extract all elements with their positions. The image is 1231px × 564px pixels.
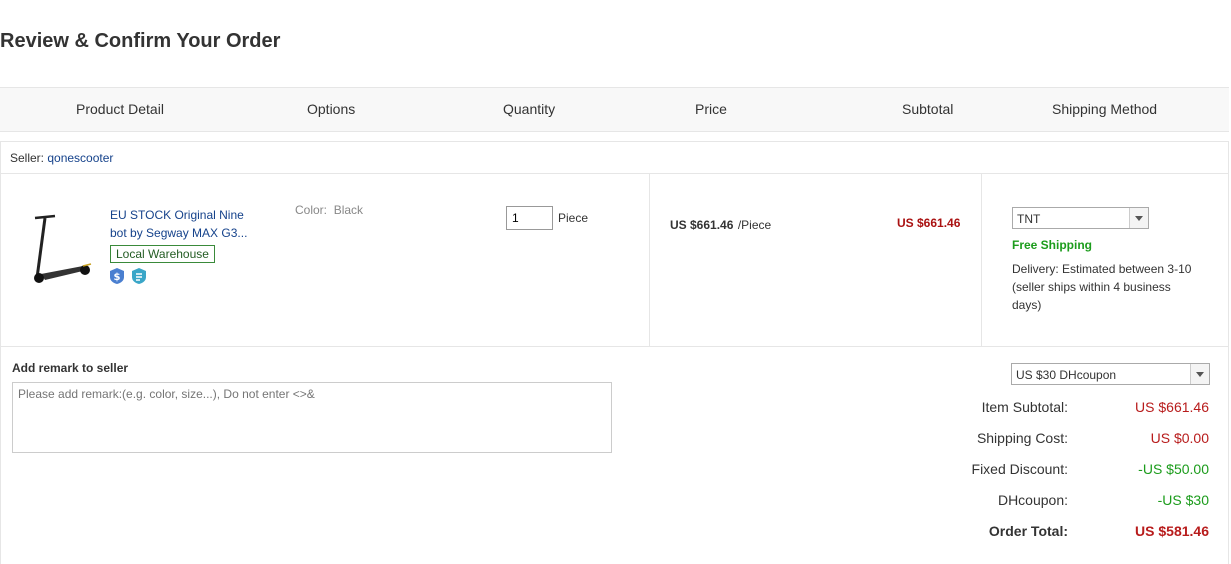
- delivery-estimate: Delivery: Estimated between 3-10 (seller…: [1012, 262, 1192, 312]
- svg-text:$: $: [114, 272, 121, 283]
- column-header-bar: Product Detail Options Quantity Price Su…: [0, 87, 1229, 132]
- order-card: Seller: qonescooter EU STOCK Original Ni…: [0, 141, 1229, 564]
- seller-row: Seller: qonescooter: [1, 142, 1228, 174]
- dhcoupon-label: DHcoupon:: [997, 492, 1068, 508]
- shipping-cost-label: Shipping Cost:: [976, 430, 1068, 446]
- fixed-discount-label: Fixed Discount:: [971, 461, 1068, 477]
- divider: [649, 174, 650, 346]
- seller-link[interactable]: qonescooter: [47, 151, 113, 165]
- item-subtotal-value: US $661.46: [1135, 399, 1209, 415]
- quantity-unit: Piece: [558, 211, 589, 225]
- seller-label: Seller: qonescooter: [10, 151, 114, 165]
- page-title: Review & Confirm Your Order: [0, 30, 281, 52]
- option-color: Color: Black: [295, 203, 364, 217]
- dropdown-arrow-icon: [1129, 208, 1148, 228]
- col-product-detail: Product Detail: [76, 101, 164, 117]
- remark-textarea[interactable]: [12, 382, 612, 453]
- col-quantity: Quantity: [503, 101, 556, 117]
- col-options: Options: [307, 101, 356, 117]
- buyer-protection-icon[interactable]: $: [110, 268, 124, 289]
- unit-price: US $661.46 /Piece: [670, 218, 772, 232]
- col-shipping-method: Shipping Method: [1052, 101, 1158, 117]
- item-subtotal: US $661.46: [897, 216, 961, 230]
- return-policy-icon[interactable]: [132, 268, 146, 289]
- dropdown-arrow-icon: [1190, 364, 1209, 384]
- dhcoupon-value: -US $30: [1157, 492, 1209, 508]
- shipping-method-select[interactable]: TNT: [1012, 207, 1149, 229]
- order-total-value: US $581.46: [1135, 523, 1209, 539]
- shipping-cost-value: US $0.00: [1150, 430, 1209, 446]
- order-total-label: Order Total:: [988, 523, 1068, 539]
- product-title-line2[interactable]: bot by Segway MAX G3...: [110, 224, 260, 242]
- local-warehouse-badge: Local Warehouse: [110, 245, 215, 263]
- item-subtotal-label: Item Subtotal:: [981, 399, 1068, 415]
- remark-label: Add remark to seller: [12, 361, 129, 375]
- scooter-product-image[interactable]: [23, 208, 95, 288]
- coupon-select[interactable]: US $30 DHcoupon: [1011, 363, 1210, 385]
- product-title-line1[interactable]: EU STOCK Original Nine: [110, 206, 260, 224]
- col-subtotal: Subtotal: [902, 101, 954, 117]
- quantity-input[interactable]: [506, 206, 553, 230]
- product-info: EU STOCK Original Nine bot by Segway MAX…: [110, 206, 260, 289]
- item-row: EU STOCK Original Nine bot by Segway MAX…: [1, 174, 1228, 347]
- col-price: Price: [695, 101, 727, 117]
- divider: [981, 174, 982, 346]
- fixed-discount-value: -US $50.00: [1138, 461, 1209, 477]
- free-shipping-label: Free Shipping: [1012, 238, 1093, 252]
